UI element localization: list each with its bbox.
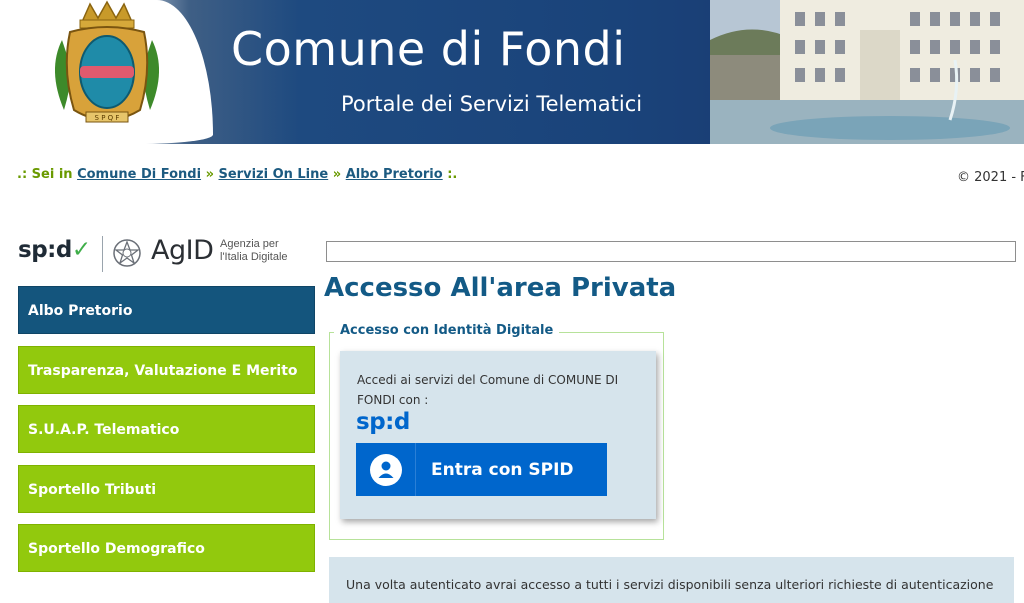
breadcrumb-separator: » <box>332 167 342 182</box>
info-text: Una volta autenticato avrai accesso a tu… <box>346 577 994 592</box>
breadcrumb-link-servizi[interactable]: Servizi On Line <box>219 167 329 182</box>
spid-agid-logos: sp:d✓ AgID Agenzia per l'Italia Digitale <box>18 234 308 274</box>
banner-subtitle: Portale dei Servizi Telematici <box>341 92 643 116</box>
header-banner: S P Q F Comune di Fondi Portale dei Serv… <box>18 0 1024 144</box>
spid-card-text: Accedi ai servizi del Comune di COMUNE D… <box>357 373 619 407</box>
municipal-crest-icon: S P Q F <box>54 0 160 123</box>
agid-subtitle-line2: l'Italia Digitale <box>220 251 288 263</box>
agid-subtitle-line1: Agenzia per <box>220 238 279 250</box>
breadcrumb-prefix: .: Sei in <box>17 167 73 182</box>
spid-logo: sp:d <box>356 409 410 435</box>
breadcrumb-link-comune[interactable]: Comune Di Fondi <box>77 167 201 182</box>
page-title: Accesso All'area Privata <box>324 273 677 303</box>
fieldset-legend: Accesso con Identità Digitale <box>334 323 560 338</box>
spid-button-label: Entra con SPID <box>431 459 574 480</box>
sidebar-item-trasparenza[interactable]: Trasparenza, Valutazione E Merito <box>18 345 315 394</box>
svg-text:S P Q F: S P Q F <box>95 114 120 122</box>
sidebar-item-tributi[interactable]: Sportello Tributi <box>18 464 315 513</box>
sidebar-item-suap[interactable]: S.U.A.P. Telematico <box>18 405 315 453</box>
spid-logo-text: sp:d <box>18 237 72 263</box>
spid-logo-small: sp:d✓ <box>18 237 91 263</box>
breadcrumb-link-albo[interactable]: Albo Pretorio <box>346 167 443 182</box>
check-icon: ✓ <box>71 237 91 263</box>
entra-con-spid-button[interactable]: Entra con SPID <box>356 443 607 496</box>
sidebar-item-albo-pretorio[interactable]: Albo Pretorio <box>18 286 315 334</box>
spid-login-card: Accedi ai servizi del Comune di COMUNE D… <box>340 351 656 519</box>
agid-subtitle: Agenzia per l'Italia Digitale <box>220 238 310 264</box>
user-icon <box>356 443 416 496</box>
sidebar-item-demografico[interactable]: Sportello Demografico <box>18 524 315 572</box>
breadcrumb-suffix: :. <box>447 167 458 182</box>
banner-title: Comune di Fondi <box>231 22 626 76</box>
sidebar-nav: Albo Pretorio Trasparenza, Valutazione E… <box>18 286 315 584</box>
town-hall-photo <box>710 0 1024 144</box>
town-hall-image <box>710 0 1024 144</box>
italian-republic-emblem-icon <box>113 239 141 267</box>
user-circle-icon <box>369 453 402 486</box>
top-input-box[interactable] <box>326 241 1016 262</box>
agid-logo-text: AgID <box>151 235 214 266</box>
breadcrumb: .: Sei in Comune Di Fondi » Servizi On L… <box>17 167 457 182</box>
breadcrumb-separator: » <box>205 167 214 182</box>
info-box: Una volta autenticato avrai accesso a tu… <box>329 557 1014 603</box>
copyright-text: © 2021 - F <box>957 170 1024 185</box>
logo-divider <box>102 236 103 272</box>
